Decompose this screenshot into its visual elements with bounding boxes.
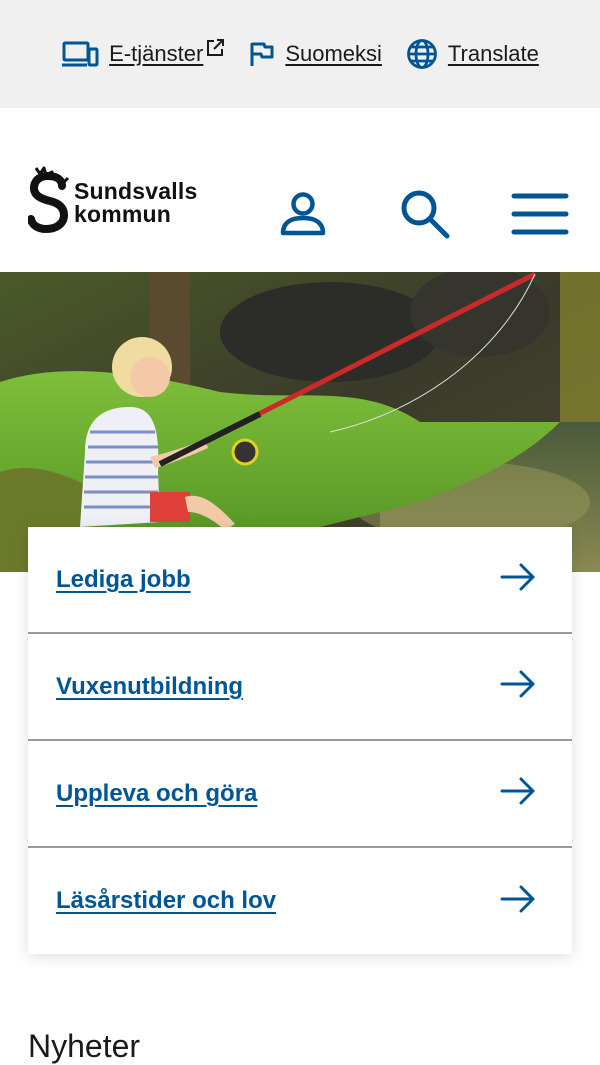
dragon-s-logo-icon [27, 164, 70, 241]
quick-link-label: Läsårstider och lov [56, 887, 277, 914]
language-link[interactable]: Suomeksi [249, 40, 382, 68]
quick-link-label: Vuxenutbildning [56, 672, 244, 700]
arrow-right-icon [500, 777, 536, 810]
site-header: Sundsvalls kommun [0, 108, 600, 272]
eservices-label: E-tjänster [109, 41, 204, 66]
external-link-icon [205, 38, 225, 58]
logo-wordmark: Sundsvalls kommun [74, 177, 198, 227]
devices-icon [61, 40, 99, 68]
logo-line-2: kommun [74, 200, 172, 227]
arrow-right-icon [500, 885, 536, 918]
flag-icon [249, 40, 275, 68]
news-heading: Nyheter [28, 1028, 141, 1064]
quick-link-vuxenutbildning[interactable]: Vuxenutbildning [28, 634, 572, 741]
user-icon [278, 189, 328, 244]
eservices-link[interactable]: E-tjänster [61, 38, 225, 68]
arrow-right-icon [500, 670, 536, 703]
site-logo[interactable]: Sundsvalls kommun [27, 164, 198, 241]
hamburger-menu-icon [511, 192, 569, 241]
utility-bar: E-tjänster Suomeksi Translate [0, 0, 600, 108]
quick-link-lediga-jobb[interactable]: Lediga jobb [28, 527, 572, 634]
quick-link-uppleva-och-gora[interactable]: Uppleva och göra [28, 741, 572, 848]
quick-link-lasarstider-och-lov[interactable]: Läsårstider och lov [28, 848, 572, 954]
language-label: Suomeksi [285, 41, 382, 66]
quick-link-label: Uppleva och göra [56, 779, 258, 807]
account-button[interactable] [275, 188, 331, 244]
search-icon [398, 187, 452, 246]
arrow-right-icon [500, 563, 536, 596]
quick-links-card: Lediga jobb Vuxenutbildning Uppleva och … [28, 527, 572, 954]
translate-link[interactable]: Translate [406, 38, 539, 70]
logo-line-1: Sundsvalls [74, 177, 198, 204]
quick-link-label: Lediga jobb [56, 565, 191, 593]
menu-button[interactable] [508, 188, 572, 244]
translate-label: Translate [447, 41, 539, 66]
globe-icon [406, 38, 438, 70]
search-button[interactable] [397, 188, 453, 244]
